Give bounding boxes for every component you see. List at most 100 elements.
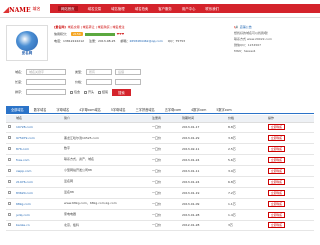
buy-button[interactable]: 立即购买	[268, 222, 286, 229]
table-row: 876.com 数字 一口价 2013-02-11 2.5万 立即购买	[6, 143, 314, 156]
nav-item-contact[interactable]: 联系我们	[205, 6, 219, 11]
domain-link[interactable]: 876.com	[14, 143, 62, 156]
expire-cell: 2013-01-24	[180, 176, 226, 188]
action-cell: 立即购买	[266, 209, 314, 221]
name-input[interactable]: 域名关键字	[26, 69, 66, 75]
tab-4num-com[interactable]: 4数字com	[186, 106, 211, 113]
tab-numeric[interactable]: 数字域名	[29, 106, 52, 113]
price-min-input[interactable]	[86, 79, 112, 85]
tab-5letter-com[interactable]: 五字母com	[160, 106, 186, 113]
logo-mark: ◢NAME	[3, 3, 31, 14]
registrar-cell: 一口价	[150, 209, 180, 221]
type-label: 类型：	[74, 70, 84, 74]
logo[interactable]: ◢NAME 域名	[0, 4, 50, 14]
end-checkbox[interactable]	[98, 90, 102, 94]
expire-cell: 2013-01-09	[180, 198, 226, 210]
expire-cell: 2013-01-28	[180, 209, 226, 221]
len-input[interactable]	[26, 79, 66, 85]
expire-cell: 2013-01-19	[180, 187, 226, 199]
domain-link[interactable]: fnss.com	[14, 154, 62, 167]
domain-link[interactable]: 83620.com	[14, 187, 62, 199]
nav-item-trade[interactable]: 域名交易	[88, 6, 102, 11]
score-label: 信用积分：	[54, 32, 70, 36]
row-checkbox[interactable]	[6, 187, 14, 199]
sort-select[interactable]	[26, 89, 66, 95]
buy-button[interactable]: 立即购买	[268, 200, 286, 207]
phone-value: 13812222212	[63, 39, 85, 43]
nav-item-service[interactable]: 客户服务	[158, 6, 172, 11]
registrar-cell: 一口价	[150, 132, 180, 145]
table-row: 975979.com 黑龙江哈尔滨19525.com 一口价 2013-01-29 3.…	[6, 132, 314, 145]
tab-4letter-com[interactable]: 4字母com域名	[74, 106, 106, 113]
domain-desc: 联系方式，资产，域名	[62, 154, 150, 167]
price-cell: 3.8万	[226, 132, 266, 145]
buy-button[interactable]: 立即购买	[268, 124, 286, 131]
nav-item-manage[interactable]: 域名管理	[111, 6, 125, 11]
row-checkbox[interactable]	[6, 220, 14, 232]
buy-button[interactable]: 立即购买	[268, 135, 286, 142]
sort-label: 排序：	[14, 90, 24, 94]
expire-cell: 2013-01-29	[180, 132, 226, 145]
domain-link[interactable]: banke.cn	[14, 220, 62, 232]
notice-line: 想找好的域名可以找我哦！	[234, 31, 271, 35]
col-expire[interactable]: 到期时间	[180, 115, 226, 123]
row-checkbox[interactable]	[6, 132, 14, 145]
price-cell: 2.5万	[226, 143, 266, 156]
domain-desc: 数字	[62, 143, 150, 156]
buy-button[interactable]: 立即购买	[268, 157, 286, 164]
tab-all[interactable]: 全部域名	[6, 106, 29, 113]
expire-cell: 2013-01-17	[180, 122, 226, 134]
start-checkbox[interactable]	[84, 90, 88, 94]
col-domain[interactable]: 域名	[14, 115, 62, 123]
search-button[interactable]: 搜索	[112, 88, 131, 96]
email-value[interactable]: 2658484462@qq.com	[129, 39, 162, 43]
row-checkbox[interactable]	[6, 209, 14, 221]
action-cell: 立即购买	[266, 122, 314, 134]
nav-item-home[interactable]: 网站首页	[58, 6, 78, 11]
tab-5letter[interactable]: 5字母域名	[106, 106, 131, 113]
domain-table: 域名 简介 注册商 到期时间 价格 操作 19728.com 一口价 2013-01…	[6, 115, 314, 232]
shop-info: [爱名网] 域名交易 | 域名转让 | 域名购买 | 域名抢注 信用积分： 21…	[48, 21, 234, 63]
price-max-input[interactable]	[115, 79, 141, 85]
table-row: banke.cn 北京，板科 一口价 2012-01-28 3万 立即购买	[6, 220, 314, 232]
registrar-cell: 一口价	[150, 187, 180, 199]
row-checkbox[interactable]	[6, 198, 14, 210]
domain-desc: 爱名网	[62, 176, 150, 188]
buy-button[interactable]: 立即购买	[268, 146, 286, 153]
price-cell: 1.1万	[226, 198, 266, 210]
buy-button[interactable]: 立即购买	[268, 189, 286, 196]
buy-button[interactable]: 立即购买	[268, 168, 286, 174]
buy-button[interactable]: 立即购买	[268, 211, 286, 218]
table-row: 19728.com 一口价 2013-01-17 8.8万 立即购买	[6, 122, 314, 134]
domain-link[interactable]: 21976.com	[14, 176, 62, 188]
type-select[interactable]: 所有	[86, 69, 112, 75]
row-checkbox[interactable]	[6, 165, 14, 177]
price-cell: 8.8万	[226, 122, 266, 134]
nav-item-user[interactable]: 用户中心	[182, 6, 196, 11]
tab-letters[interactable]: 字母域名	[52, 106, 75, 113]
ext-select[interactable]: 后缀	[115, 69, 141, 75]
notice-line: 联系方式 www.29022.com	[234, 37, 272, 41]
nav-item-auction[interactable]: 域名拍卖	[135, 6, 149, 11]
domain-link[interactable]: 19728.com	[14, 122, 62, 134]
domain-link[interactable]: jvdq.com	[14, 209, 62, 221]
registrar-cell: 一口价	[150, 198, 180, 210]
domain-link[interactable]: xwpp.com	[14, 165, 62, 177]
name-label: 域名：	[14, 70, 24, 74]
notice-box: 📢 店铺公告 想找好的域名可以找我哦！ 联系方式 www.29022.com 微信…	[234, 21, 314, 63]
col-price[interactable]: 价格	[226, 115, 266, 123]
row-checkbox[interactable]	[6, 143, 14, 156]
tab-pinyin[interactable]: 三字拼音域名	[131, 106, 160, 113]
domain-link[interactable]: 975979.com	[14, 132, 62, 145]
buy-button[interactable]: 立即购买	[268, 178, 286, 185]
table-row: jvdq.com 家电电器 一口价 2013-01-28 1.4万 立即购买	[6, 209, 314, 221]
row-checkbox[interactable]	[6, 122, 14, 134]
contains-checkbox[interactable]	[70, 90, 73, 94]
qq-value: 75753	[175, 39, 186, 43]
domain-desc	[62, 122, 150, 134]
row-checkbox[interactable]	[6, 176, 14, 188]
tab-5num-com[interactable]: 5数字com	[211, 106, 236, 113]
domain-link[interactable]: 68kg.com	[14, 198, 62, 210]
table-row: xwpp.com 小型网站开发公司88 一口价 2013-01-11 3.9万 立即购买	[6, 165, 314, 177]
row-checkbox[interactable]	[6, 154, 14, 167]
